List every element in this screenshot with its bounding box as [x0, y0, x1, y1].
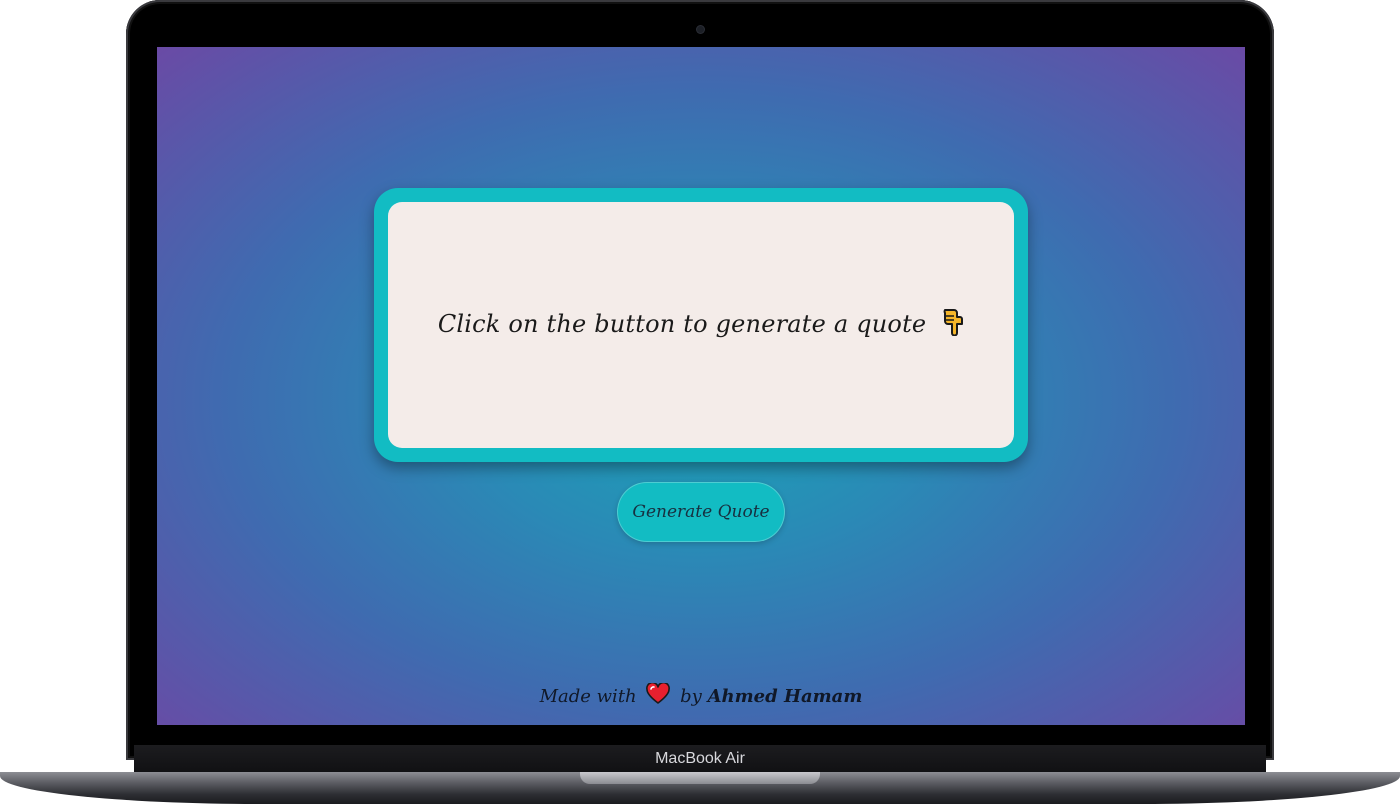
footer-made-with: Made with — [539, 686, 637, 707]
device-brand-label: MacBook Air — [655, 750, 745, 767]
quote-text-line: Click on the button to generate a quote — [438, 308, 964, 342]
quote-card: Click on the button to generate a quote — [374, 188, 1028, 462]
footer-author: Ahmed Hamam — [707, 686, 863, 707]
pointing-down-icon — [942, 308, 964, 342]
camera-icon — [697, 26, 704, 33]
laptop-notch — [580, 772, 820, 784]
generate-quote-button[interactable]: Generate Quote — [617, 482, 785, 542]
footer-credit: Made with by Ahmed Hamam — [157, 681, 1245, 710]
heart-icon — [646, 681, 671, 710]
quote-box: Click on the button to generate a quote — [388, 202, 1014, 448]
laptop-frame: Click on the button to generate a quote … — [0, 0, 1400, 804]
quote-text: Click on the button to generate a quote — [437, 310, 927, 338]
footer-by: by — [680, 686, 702, 707]
app-screen: Click on the button to generate a quote … — [157, 47, 1245, 725]
